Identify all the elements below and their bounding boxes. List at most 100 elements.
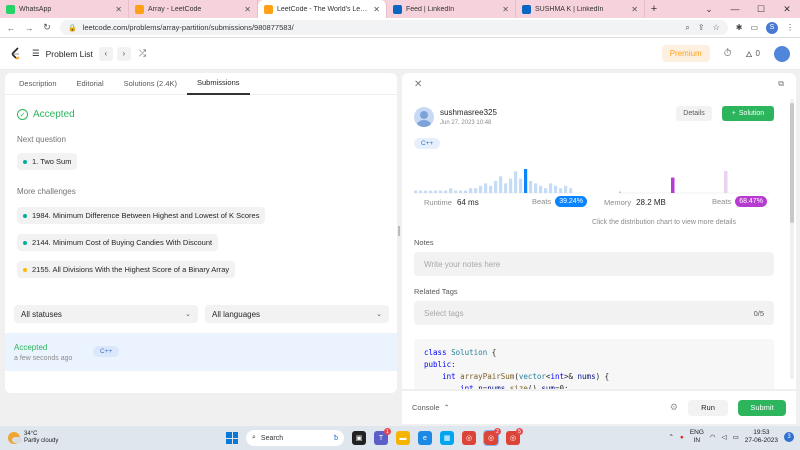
debug-icon[interactable]: ⚙ [670, 402, 678, 413]
sidepanel-icon[interactable]: ▭ [750, 23, 758, 32]
forward-icon[interactable]: → [24, 23, 34, 33]
next-problem-button[interactable]: › [116, 46, 131, 61]
run-button[interactable]: Run [688, 399, 728, 416]
prev-problem-button[interactable]: ‹ [98, 46, 113, 61]
timer-icon[interactable]: ⏱ [724, 48, 732, 59]
submitted-code[interactable]: class Solution {public: int arrayPairSum… [414, 339, 774, 389]
tab-close-icon[interactable]: ✕ [502, 5, 509, 14]
close-icon[interactable]: ✕ [774, 4, 800, 15]
panel-scrollbar-thumb[interactable] [790, 103, 794, 223]
submission-row[interactable]: Accepted a few seconds ago C++ [5, 333, 397, 371]
url-bar[interactable]: 🔒 leetcode.com/problems/array-partition/… [60, 20, 728, 35]
submission-date: Jun 27, 2023 10:48 [440, 120, 492, 126]
details-button[interactable]: Details [676, 106, 712, 121]
solution-label: Solution [738, 110, 765, 117]
chevron-down-icon: ⌄ [376, 311, 382, 318]
chevron-down-icon[interactable]: ⌄ [696, 4, 722, 15]
list-icon: ☰ [32, 48, 40, 58]
streak-counter[interactable]: 🜂 0 [746, 45, 760, 62]
chrome-profile-icon[interactable]: ◎ 5 [506, 428, 523, 445]
panel-resize-handle[interactable] [398, 226, 400, 236]
leetcode-logo[interactable] [10, 46, 22, 61]
tab-close-icon[interactable]: ✕ [631, 5, 638, 14]
task-view-icon[interactable]: ▣ [352, 431, 366, 445]
shuffle-icon[interactable]: ⤮ [139, 48, 146, 59]
chevron-down-icon: ⌄ [185, 311, 191, 318]
status-filter-select[interactable]: All statuses ⌄ [14, 305, 198, 323]
bookmark-star-icon[interactable]: ☆ [713, 23, 720, 33]
browser-tab[interactable]: SUSHMA K | LinkedIn ✕ [516, 0, 645, 18]
language-badge: C++ [414, 138, 441, 149]
clock[interactable]: 19:53 27-06-2023 [745, 429, 778, 445]
difficulty-dot [23, 267, 27, 272]
next-question-chip[interactable]: 1. Two Sum [17, 153, 78, 170]
browser-tab[interactable]: Feed | LinkedIn ✕ [387, 0, 516, 18]
tab-submissions[interactable]: Submissions [187, 73, 250, 95]
taskbar-search[interactable]: ⌕ Search ᵬ [246, 430, 344, 446]
language-indicator[interactable]: ENG IN [690, 429, 704, 445]
volume-icon[interactable]: ◁ [722, 433, 727, 441]
temperature: 34°C [24, 431, 38, 437]
lock-icon[interactable]: 🔒 [68, 24, 77, 32]
wifi-icon[interactable]: ◠ [710, 433, 716, 441]
code-token: : [451, 360, 456, 369]
submitter-username[interactable]: sushmasree325 [440, 108, 497, 117]
close-icon[interactable]: ✕ [414, 79, 422, 90]
tab-editorial[interactable]: Editorial [67, 73, 114, 95]
windows-start-icon[interactable] [226, 432, 238, 444]
chevron-up-icon[interactable]: ⌃ [668, 433, 673, 441]
code-token: vector [518, 372, 546, 381]
tab-solutions-k[interactable]: Solutions (2.4K) [114, 73, 187, 95]
tab-close-icon[interactable]: ✕ [244, 5, 251, 14]
submit-button[interactable]: Submit [738, 399, 786, 416]
console-label: Console [412, 403, 440, 412]
post-solution-button[interactable]: + Solution [722, 106, 774, 121]
maximize-icon[interactable]: ☐ [748, 4, 774, 15]
browser-tab[interactable]: WhatsApp ✕ [0, 0, 129, 18]
challenge-chip[interactable]: 1984. Minimum Difference Between Highest… [17, 207, 266, 224]
distribution-chart[interactable] [414, 161, 784, 195]
share-icon[interactable]: ⇪ [698, 23, 705, 33]
profile-avatar[interactable]: S [766, 21, 778, 34]
file-explorer-icon[interactable]: ▬ [396, 431, 410, 445]
problem-list-button[interactable]: ☰ Problem List [32, 48, 93, 59]
open-external-icon[interactable]: ⧉ [778, 79, 784, 89]
chrome-icon[interactable]: ◎ [462, 431, 476, 445]
minimize-icon[interactable]: — [722, 4, 748, 14]
tab-close-icon[interactable]: ✕ [115, 5, 122, 14]
edge-icon[interactable]: e [418, 431, 432, 445]
extensions-icon[interactable]: ✱ [736, 23, 743, 32]
user-avatar[interactable] [774, 45, 790, 62]
language-filter-select[interactable]: All languages ⌄ [205, 305, 389, 323]
challenge-chip[interactable]: 2155. All Divisions With the Highest Sco… [17, 261, 236, 278]
notes-input[interactable]: Write your notes here [414, 252, 774, 276]
system-tray: ⌃ ● ENG IN ◠ ◁ ▭ 19:53 27-06-2023 3 [668, 429, 794, 445]
new-tab-button[interactable]: + [645, 0, 663, 18]
runtime-bar [559, 188, 563, 193]
distribution-hint: Click the distribution chart to view mor… [592, 219, 736, 226]
tags-select[interactable]: Select tags 0/5 [414, 301, 774, 325]
reload-icon[interactable]: ↻ [42, 22, 52, 33]
console-toggle[interactable]: Console ⌃ [412, 403, 450, 412]
console-bar: Console ⌃ ⚙ Run Submit [402, 390, 796, 424]
notification-badge[interactable]: 3 [784, 432, 794, 442]
store-icon[interactable]: ▦ [440, 431, 454, 445]
teams-icon[interactable]: T1 [374, 428, 391, 445]
code-token: int [550, 372, 564, 381]
premium-button[interactable]: Premium [661, 45, 710, 62]
browser-tab[interactable]: LeetCode - The World's Leading ✕ [258, 0, 387, 18]
challenge-chip[interactable]: 2144. Minimum Cost of Buying Candies Wit… [17, 234, 219, 251]
menu-kebab-icon[interactable]: ⋮ [786, 23, 794, 32]
zoom-icon[interactable]: ⌕ [685, 23, 689, 33]
back-icon[interactable]: ← [6, 23, 16, 33]
browser-tab[interactable]: Array - LeetCode ✕ [129, 0, 258, 18]
weather-widget[interactable]: 34°C Partly cloudy [8, 431, 58, 445]
chrome-active-icon[interactable]: ◎ 2 [483, 428, 501, 446]
tab-description[interactable]: Description [9, 73, 67, 95]
tab-close-icon[interactable]: ✕ [373, 5, 380, 14]
security-icon[interactable]: ● [680, 434, 684, 441]
weather-condition: Partly cloudy [24, 438, 59, 444]
challenge-title: 2155. All Divisions With the Highest Sco… [32, 265, 230, 274]
search-label: Search [260, 434, 284, 442]
battery-icon[interactable]: ▭ [733, 433, 739, 441]
